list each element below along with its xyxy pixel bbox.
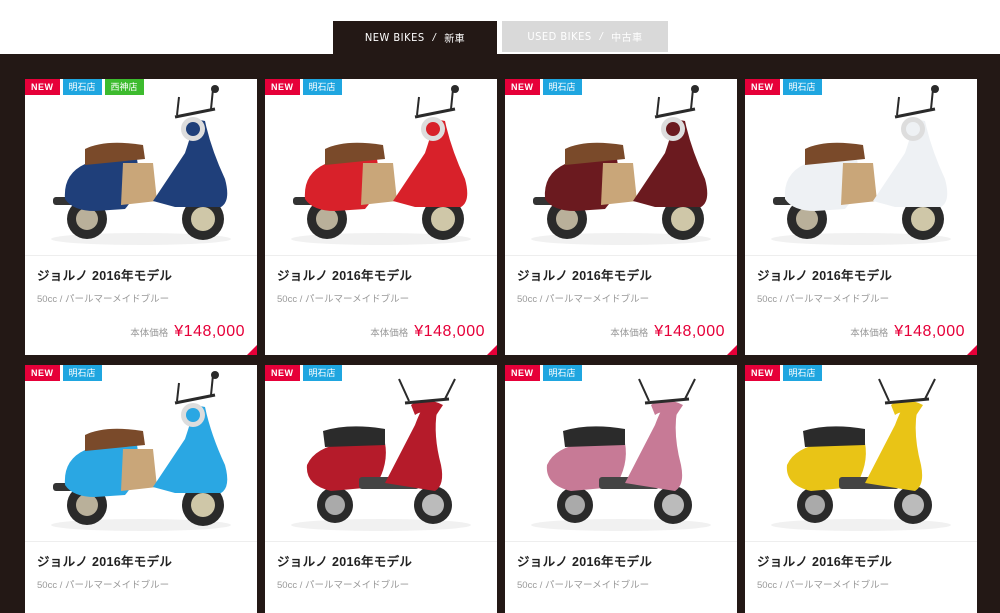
bike-name[interactable]: ジョルノ 2016年モデル <box>277 551 412 570</box>
store-badge: 明石店 <box>62 79 102 95</box>
new-badge: NEW <box>265 365 300 381</box>
bike-name[interactable]: ジョルノ 2016年モデル <box>517 551 652 570</box>
bike-photo[interactable] <box>265 365 497 541</box>
new-badge: NEW <box>505 365 540 381</box>
card-divider <box>505 541 737 542</box>
store-badge: 明石店 <box>542 365 582 381</box>
price-row: 本体価格 ¥148,000 <box>130 323 245 341</box>
bike-card[interactable]: NEW 明石店ジョルノ 2016年モデル 50cc / パールマーメイドブルー本体価… <box>505 79 737 355</box>
bike-photo[interactable] <box>505 365 737 541</box>
bike-photo[interactable] <box>25 79 257 255</box>
card-divider <box>265 255 497 256</box>
badge-group: NEW 明石店 <box>745 365 822 381</box>
store-badge: 明石店 <box>62 365 102 381</box>
tab-used-separator: / <box>599 30 604 43</box>
tab-bar: NEW BIKES / 新車 USED BIKES / 中古車 <box>0 0 1000 54</box>
bike-card[interactable]: NEW 明石店ジョルノ 2016年モデル 50cc / パールマーメイドブルー本体価… <box>745 79 977 355</box>
tab-new-separator: / <box>432 31 437 44</box>
store-badge: 明石店 <box>302 365 342 381</box>
bike-spec: 50cc / パールマーメイドブルー <box>517 294 650 305</box>
store-badge: 明石店 <box>782 365 822 381</box>
bike-spec: 50cc / パールマーメイドブルー <box>277 294 410 305</box>
tab-new-label-en: NEW BIKES <box>364 31 425 44</box>
bike-name[interactable]: ジョルノ 2016年モデル <box>277 265 412 284</box>
bike-spec: 50cc / パールマーメイドブルー <box>277 580 410 591</box>
bike-name[interactable]: ジョルノ 2016年モデル <box>757 551 892 570</box>
bike-card[interactable]: NEW 明石店ジョルノ 2016年モデル 50cc / パールマーメイドブルー本体価… <box>265 79 497 355</box>
bike-spec: 50cc / パールマーメイドブルー <box>37 580 170 591</box>
bike-spec: 50cc / パールマーメイドブルー <box>37 294 170 305</box>
tab-new-label-ja: 新車 <box>444 34 466 45</box>
price-label: 本体価格 <box>370 328 409 339</box>
bike-name[interactable]: ジョルノ 2016年モデル <box>757 265 892 284</box>
bike-name[interactable]: ジョルノ 2016年モデル <box>37 551 172 570</box>
tab-used-label-en: USED BIKES <box>527 30 592 43</box>
price-label: 本体価格 <box>610 328 649 339</box>
price-value: ¥148,000 <box>174 323 245 340</box>
badge-group: NEW 明石店 西神店 <box>25 79 144 95</box>
card-divider <box>25 541 257 542</box>
badge-group: NEW 明石店 <box>745 79 822 95</box>
bike-photo[interactable] <box>25 365 257 541</box>
bike-photo[interactable] <box>745 79 977 255</box>
store-badge: 明石店 <box>302 79 342 95</box>
card-divider <box>265 541 497 542</box>
card-divider <box>25 255 257 256</box>
card-divider <box>745 255 977 256</box>
new-badge: NEW <box>25 365 60 381</box>
corner-triangle-icon <box>727 345 737 355</box>
store-badge: 明石店 <box>542 79 582 95</box>
tab-used-label-ja: 中古車 <box>611 33 643 44</box>
bike-photo[interactable] <box>265 79 497 255</box>
card-divider <box>505 255 737 256</box>
new-badge: NEW <box>25 79 60 95</box>
price-value: ¥148,000 <box>654 323 725 340</box>
price-label: 本体価格 <box>130 328 169 339</box>
badge-group: NEW 明石店 <box>505 79 582 95</box>
bike-card[interactable]: NEW 明石店ジョルノ 2016年モデル 50cc / パールマーメイドブルー <box>505 365 737 613</box>
price-row: 本体価格 ¥148,000 <box>610 323 725 341</box>
bike-grid: NEW 明石店 西神店 ジョルノ 2016年モデル 50cc / パールマーメイドブルー… <box>0 54 1000 613</box>
tab-used-bikes[interactable]: USED BIKES / 中古車 <box>502 21 668 52</box>
bike-spec: 50cc / パールマーメイドブルー <box>517 580 650 591</box>
bike-photo[interactable] <box>745 365 977 541</box>
store-badge: 西神店 <box>104 79 144 95</box>
store-badge: 明石店 <box>782 79 822 95</box>
bike-card[interactable]: NEW 明石店ジョルノ 2016年モデル 50cc / パールマーメイドブルー <box>25 365 257 613</box>
bike-photo[interactable] <box>505 79 737 255</box>
tab-new-bikes[interactable]: NEW BIKES / 新車 <box>333 21 497 54</box>
bike-card[interactable]: NEW 明石店ジョルノ 2016年モデル 50cc / パールマーメイドブルー <box>265 365 497 613</box>
bike-spec: 50cc / パールマーメイドブルー <box>757 580 890 591</box>
price-row: 本体価格 ¥148,000 <box>370 323 485 341</box>
badge-group: NEW 明石店 <box>265 79 342 95</box>
price-row: 本体価格 ¥148,000 <box>850 323 965 341</box>
bike-name[interactable]: ジョルノ 2016年モデル <box>517 265 652 284</box>
bike-card[interactable]: NEW 明石店ジョルノ 2016年モデル 50cc / パールマーメイドブルー <box>745 365 977 613</box>
badge-group: NEW 明石店 <box>505 365 582 381</box>
new-badge: NEW <box>265 79 300 95</box>
card-divider <box>745 541 977 542</box>
corner-triangle-icon <box>247 345 257 355</box>
new-badge: NEW <box>745 79 780 95</box>
price-value: ¥148,000 <box>894 323 965 340</box>
new-badge: NEW <box>505 79 540 95</box>
new-badge: NEW <box>745 365 780 381</box>
price-label: 本体価格 <box>850 328 889 339</box>
badge-group: NEW 明石店 <box>25 365 102 381</box>
badge-group: NEW 明石店 <box>265 365 342 381</box>
price-value: ¥148,000 <box>414 323 485 340</box>
bike-card[interactable]: NEW 明石店 西神店ジョルノ 2016年モデル 50cc / パールマーメイドブルー… <box>25 79 257 355</box>
bike-name[interactable]: ジョルノ 2016年モデル <box>37 265 172 284</box>
corner-triangle-icon <box>967 345 977 355</box>
corner-triangle-icon <box>487 345 497 355</box>
bike-spec: 50cc / パールマーメイドブルー <box>757 294 890 305</box>
